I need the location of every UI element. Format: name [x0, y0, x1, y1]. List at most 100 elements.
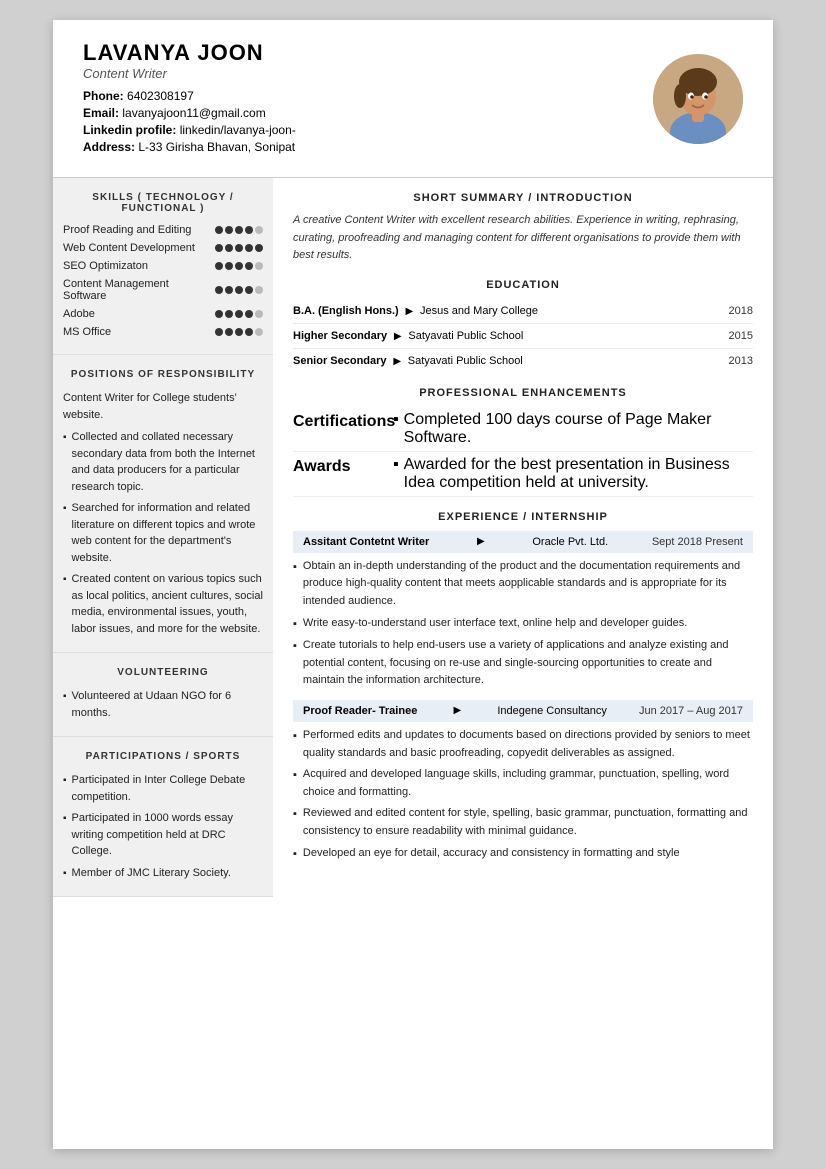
skill-dot — [245, 286, 253, 294]
skill-dot — [245, 310, 253, 318]
job-title: Assitant Contetnt Writer — [303, 536, 429, 548]
volunteering-bullets: Volunteered at Udaan NGO for 6 months. — [63, 688, 263, 721]
participation-bullet: Member of JMC Literary Society. — [63, 865, 263, 882]
phone-line: Phone: 6402308197 — [83, 89, 296, 103]
skill-dots — [215, 286, 263, 294]
header: LAVANYA JOON Content Writer Phone: 64023… — [53, 20, 773, 178]
edu-left: Higher Secondary ▶ Satyavati Public Scho… — [293, 330, 729, 342]
positions-title: POSITIONS OF RESPONSIBILITY — [63, 369, 263, 380]
avatar — [653, 54, 743, 144]
skill-dot — [245, 328, 253, 336]
enhancement-bullet: Awarded for the best presentation in Bus… — [393, 456, 753, 492]
edu-arrow: ▶ — [391, 331, 404, 342]
education-row: B.A. (English Hons.) ▶ Jesus and Mary Co… — [293, 299, 753, 324]
skill-dot — [215, 310, 223, 318]
education-row: Senior Secondary ▶ Satyavati Public Scho… — [293, 349, 753, 373]
sidebar: SKILLS ( TECHNOLOGY / FUNCTIONAL ) Proof… — [53, 178, 273, 897]
job-dates: Sept 2018 Present — [652, 536, 743, 548]
education-section: EDUCATION B.A. (English Hons.) ▶ Jesus a… — [293, 279, 753, 373]
skill-dot — [255, 244, 263, 252]
jobs-list: Assitant Contetnt Writer ▶ Oracle Pvt. L… — [293, 531, 753, 863]
edu-left: Senior Secondary ▶ Satyavati Public Scho… — [293, 355, 729, 367]
enhancement-bullet: Completed 100 days course of Page Maker … — [393, 411, 753, 447]
job-bullet: Obtain an in-depth understanding of the … — [293, 558, 753, 611]
email-label: Email: — [83, 106, 119, 120]
job-bullets: Performed edits and updates to documents… — [293, 727, 753, 863]
enhancement-label: Certifications — [293, 411, 393, 447]
skill-dot — [255, 328, 263, 336]
edu-degree: Senior Secondary — [293, 355, 387, 367]
address-value: L-33 Girisha Bhavan, Sonipat — [138, 140, 295, 154]
linkedin-label: Linkedin profile: — [83, 123, 176, 137]
volunteering-bullet: Volunteered at Udaan NGO for 6 months. — [63, 688, 263, 721]
job-bullet: Reviewed and edited content for style, s… — [293, 805, 753, 840]
job-bullet: Performed edits and updates to documents… — [293, 727, 753, 762]
enhancement-row: CertificationsCompleted 100 days course … — [293, 407, 753, 452]
skill-dot — [255, 262, 263, 270]
positions-bullet: Searched for information and related lit… — [63, 500, 263, 566]
skill-row: Adobe — [63, 308, 263, 320]
job-arrow: ▶ — [454, 705, 462, 716]
edu-school: Satyavati Public School — [408, 355, 523, 367]
experience-section: EXPERIENCE / INTERNSHIP Assitant Contetn… — [293, 511, 753, 863]
job-company: Oracle Pvt. Ltd. — [532, 536, 608, 548]
skill-row: Web Content Development — [63, 242, 263, 254]
edu-year: 2013 — [729, 355, 753, 367]
skill-dots — [215, 310, 263, 318]
enhancements-title: PROFESSIONAL ENHANCEMENTS — [293, 387, 753, 399]
candidate-name: LAVANYA JOON — [83, 40, 296, 66]
skill-dots — [215, 262, 263, 270]
linkedin-value: linkedin/lavanya-joon- — [180, 123, 296, 137]
skill-dot — [225, 226, 233, 234]
skill-dot — [225, 328, 233, 336]
address-label: Address: — [83, 140, 135, 154]
positions-bullet: Collected and collated necessary seconda… — [63, 429, 263, 495]
edu-degree: Higher Secondary — [293, 330, 387, 342]
participation-bullet: Participated in Inter College Debate com… — [63, 772, 263, 805]
edu-degree: B.A. (English Hons.) — [293, 305, 399, 317]
summary-title: SHORT SUMMARY / INTRODUCTION — [293, 192, 753, 204]
skills-title: SKILLS ( TECHNOLOGY / FUNCTIONAL ) — [63, 192, 263, 214]
skill-dot — [255, 310, 263, 318]
phone-label: Phone: — [83, 89, 124, 103]
skill-name: Web Content Development — [63, 242, 215, 254]
job-entry: Assitant Contetnt Writer ▶ Oracle Pvt. L… — [293, 531, 753, 690]
skill-name: Proof Reading and Editing — [63, 224, 215, 236]
job-bullet: Create tutorials to help end-users use a… — [293, 637, 753, 690]
volunteering-title: VOLUNTEERING — [63, 667, 263, 678]
skill-dot — [235, 244, 243, 252]
linkedin-line: Linkedin profile: linkedin/lavanya-joon- — [83, 123, 296, 137]
skill-name: Content Management Software — [63, 278, 215, 302]
enhancement-content: Awarded for the best presentation in Bus… — [393, 456, 753, 492]
job-header: Proof Reader- Trainee ▶ Indegene Consult… — [293, 700, 753, 722]
main-layout: SKILLS ( TECHNOLOGY / FUNCTIONAL ) Proof… — [53, 178, 773, 897]
skills-list: Proof Reading and Editing Web Content Dev… — [63, 224, 263, 338]
job-company: Indegene Consultancy — [497, 705, 606, 717]
skill-dot — [235, 286, 243, 294]
job-bullets: Obtain an in-depth understanding of the … — [293, 558, 753, 690]
summary-text: A creative Content Writer with excellent… — [293, 212, 753, 265]
candidate-title: Content Writer — [83, 66, 296, 81]
enhancements-list: CertificationsCompleted 100 days course … — [293, 407, 753, 497]
skill-dot — [235, 328, 243, 336]
skill-dot — [255, 226, 263, 234]
enhancement-row: AwardsAwarded for the best presentation … — [293, 452, 753, 497]
skill-dot — [255, 286, 263, 294]
positions-intro: Content Writer for College students' web… — [63, 390, 263, 423]
volunteering-section: VOLUNTEERING Volunteered at Udaan NGO fo… — [53, 653, 273, 737]
phone-value: 6402308197 — [127, 89, 194, 103]
positions-bullet: Created content on various topics such a… — [63, 571, 263, 637]
email-line: Email: lavanyajoon11@gmail.com — [83, 106, 296, 120]
header-info: LAVANYA JOON Content Writer Phone: 64023… — [83, 40, 296, 157]
job-title: Proof Reader- Trainee — [303, 705, 417, 717]
edu-school: Satyavati Public School — [408, 330, 523, 342]
participations-bullets: Participated in Inter College Debate com… — [63, 772, 263, 881]
skill-dot — [225, 244, 233, 252]
edu-arrow: ▶ — [391, 356, 404, 367]
edu-year: 2015 — [729, 330, 753, 342]
participation-bullet: Participated in 1000 words essay writing… — [63, 810, 263, 860]
skill-dot — [245, 226, 253, 234]
skill-dot — [225, 310, 233, 318]
job-entry: Proof Reader- Trainee ▶ Indegene Consult… — [293, 700, 753, 863]
skill-row: MS Office — [63, 326, 263, 338]
